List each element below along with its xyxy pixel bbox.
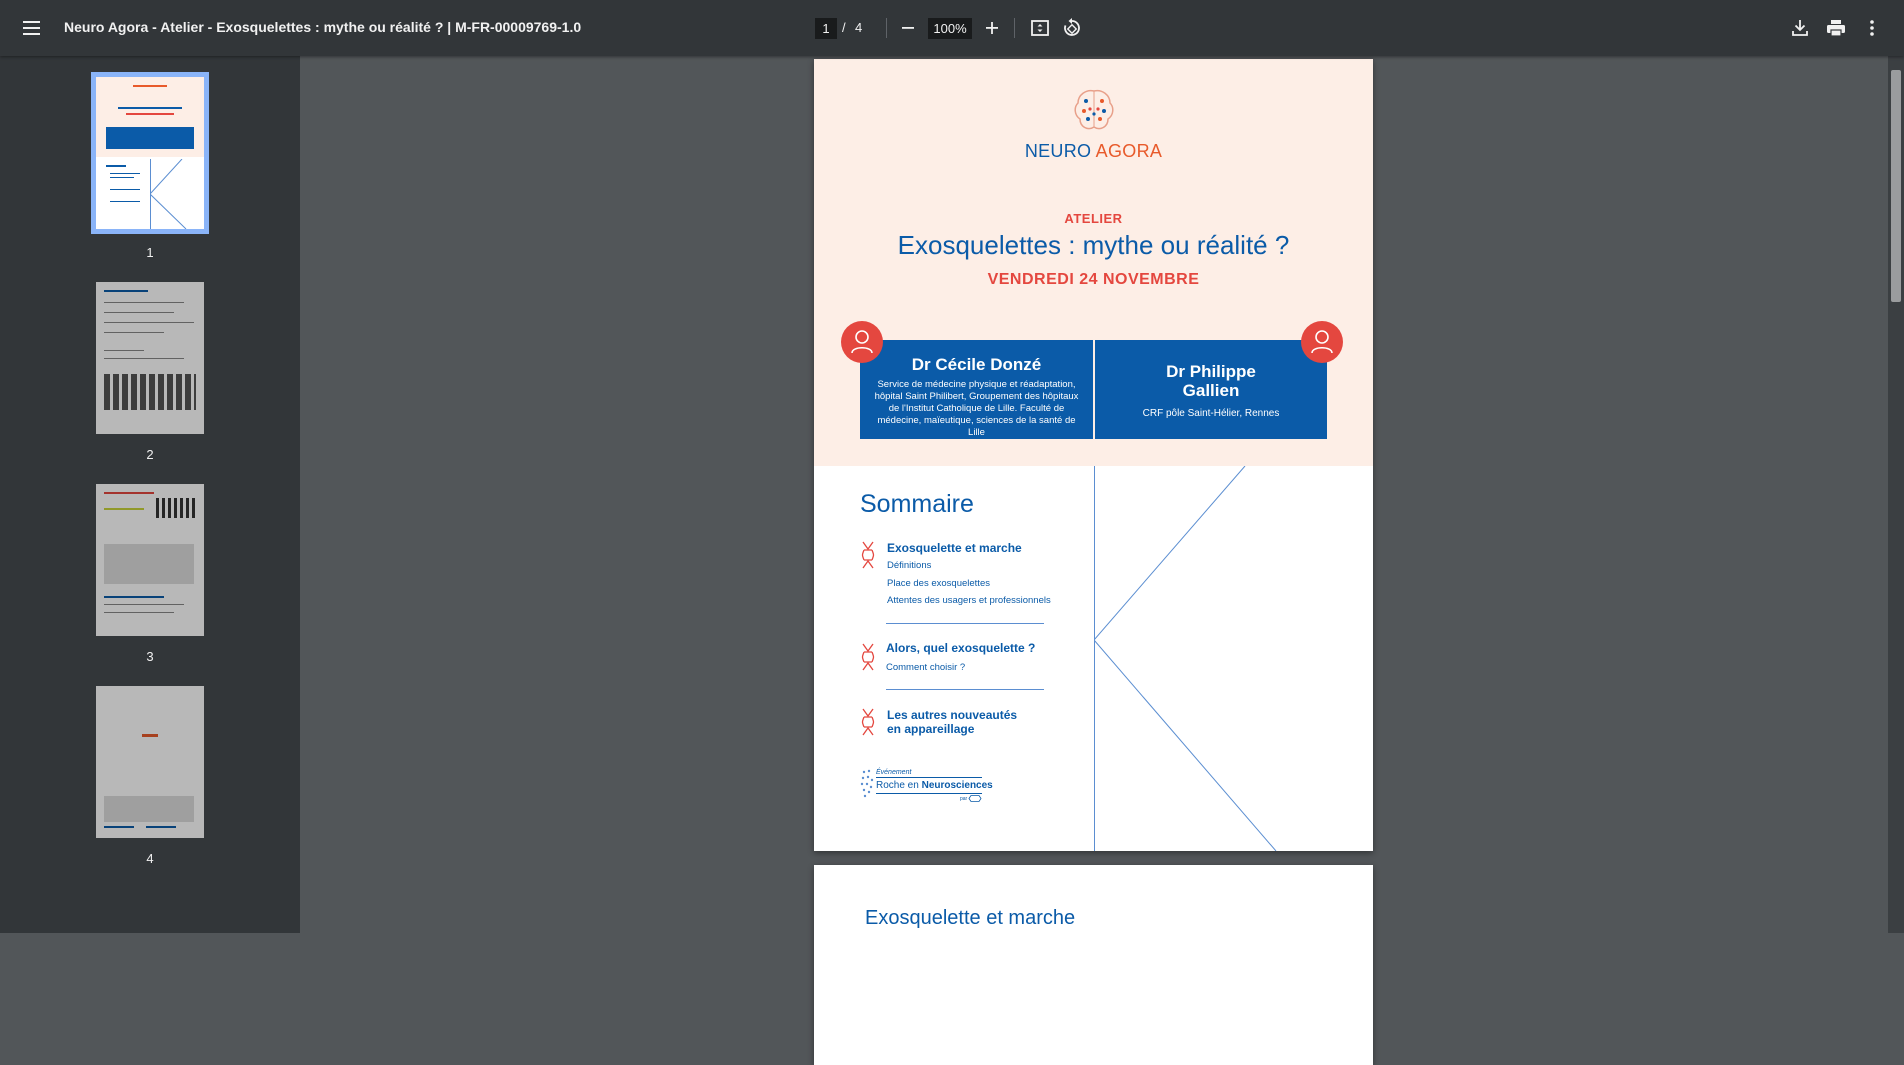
page-total: 4	[855, 20, 863, 35]
speaker-affiliation: Service de médecine physique et réadapta…	[874, 379, 1079, 438]
download-icon[interactable]	[1788, 16, 1812, 40]
roche-neurosciences-text: Neurosciences	[921, 780, 993, 791]
kicker-label: ATELIER	[1064, 211, 1123, 226]
thumbnail-label-1: 1	[146, 245, 154, 260]
roche-rule	[876, 793, 982, 794]
toc-heading-3-line1: Les autres nouveautés	[887, 708, 1018, 722]
rotate-icon[interactable]	[1060, 16, 1084, 40]
scrollbar-thumb[interactable]	[1891, 70, 1901, 302]
thumbnail-label-2: 2	[146, 447, 154, 462]
toc-divider	[886, 689, 1044, 690]
speaker-name-line2: Gallien	[1182, 381, 1240, 400]
person-icon	[1301, 321, 1343, 363]
vertical-scrollbar[interactable]	[1888, 56, 1904, 933]
toolbar-divider	[886, 18, 887, 38]
page-thumbnail-4[interactable]	[96, 686, 204, 838]
page-number-input[interactable]: 1	[815, 18, 837, 39]
pdf-toolbar: Neuro Agora - Atelier - Exosquelettes : …	[0, 0, 1904, 56]
more-vert-icon[interactable]	[1860, 16, 1884, 40]
joint-icon	[861, 643, 875, 671]
zoom-out-icon[interactable]	[896, 16, 920, 40]
thumbnail-sidebar: 1 2 3 4	[0, 56, 300, 933]
neuro-agora-logo-icon	[1074, 89, 1114, 130]
toc-heading-1: Exosquelette et marche	[887, 541, 1022, 555]
menu-icon[interactable]	[20, 16, 44, 40]
page-separator: /	[842, 20, 846, 35]
sommaire-title: Sommaire	[860, 490, 974, 518]
print-icon[interactable]	[1824, 16, 1848, 40]
logo-word-neuro: NEURO	[1024, 141, 1092, 161]
joint-icon	[861, 541, 875, 569]
joint-icon	[861, 708, 875, 736]
toc-heading-2: Alors, quel exosquelette ?	[886, 641, 1036, 655]
speaker-affiliation: CRF pôle Saint-Hélier, Rennes	[1142, 408, 1280, 419]
document-main-title: Exosquelettes : mythe ou réalité ?	[897, 230, 1290, 260]
fit-page-icon[interactable]	[1028, 16, 1052, 40]
toc-divider	[886, 623, 1044, 624]
toc-item: Comment choisir ?	[886, 662, 966, 673]
document-title: Neuro Agora - Atelier - Exosquelettes : …	[64, 19, 582, 35]
page-thumbnail-3[interactable]	[96, 484, 204, 636]
toc-item: Définitions	[887, 560, 932, 571]
zoom-in-icon[interactable]	[980, 16, 1004, 40]
roche-en-label: Roche en Neurosciences	[876, 780, 993, 791]
toc-item: Attentes des usagers et professionnels	[887, 595, 1051, 606]
page2-heading: Exosquelette et marche	[865, 907, 1076, 929]
event-date: VENDREDI 24 NOVEMBRE	[987, 271, 1200, 288]
pdf-page-1: NEURO AGORA ATELIER Exosquelettes : myth…	[814, 59, 1373, 851]
roche-par-label: par	[960, 796, 968, 802]
speaker-name: Dr Cécile Donzé	[911, 355, 1042, 374]
zoom-input[interactable]: 100%	[928, 18, 972, 39]
roche-rule	[876, 777, 982, 778]
roche-en-text: Roche en	[876, 780, 919, 791]
speaker-name-line1: Dr Philippe	[1166, 362, 1256, 381]
logo-word-agora: AGORA	[1095, 141, 1163, 161]
page-thumbnail-2[interactable]	[96, 282, 204, 434]
thumbnail-label-3: 3	[146, 649, 154, 664]
roche-hexagon-icon	[968, 795, 982, 802]
roche-evenement-label: Événement	[876, 769, 912, 776]
thumbnail-label-4: 4	[146, 851, 154, 866]
toolbar-divider	[1014, 18, 1015, 38]
toc-heading-3-line2: en appareillage	[887, 722, 975, 736]
pdf-page-2: Exosquelette et marche	[814, 865, 1373, 1065]
neuro-agora-logo: NEURO AGORA	[814, 141, 1373, 162]
toc-item: Place des exosquelettes	[887, 578, 990, 589]
decorative-chevron	[1094, 466, 1277, 851]
brain-dots-icon	[860, 769, 874, 798]
page-thumbnail-1[interactable]	[91, 72, 209, 234]
speaker-card-1: Dr Cécile Donzé Service de médecine phys…	[860, 340, 1093, 439]
person-icon	[841, 321, 883, 363]
speaker-card-2: Dr Philippe Gallien CRF pôle Saint-Hélie…	[1095, 340, 1327, 439]
